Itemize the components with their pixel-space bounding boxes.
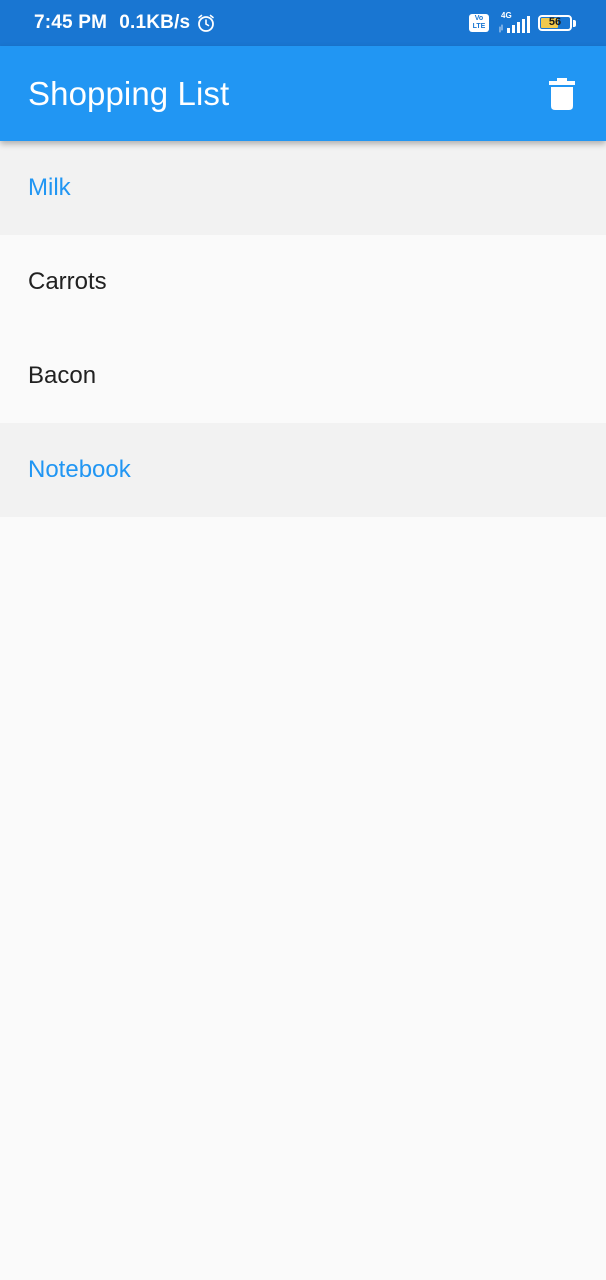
app-bar: Shopping List xyxy=(0,46,606,141)
list-item[interactable]: Notebook xyxy=(0,423,606,517)
status-left: 7:45 PM 0.1KB/s xyxy=(34,0,216,46)
status-time: 7:45 PM xyxy=(34,12,108,33)
alarm-icon xyxy=(196,13,216,33)
status-bar: 7:45 PM 0.1KB/s Vo LTE 4G 56 xyxy=(0,0,606,46)
battery-body: 56 xyxy=(538,15,572,31)
signal-icon: 4G xyxy=(498,11,530,35)
list-item[interactable]: Milk xyxy=(0,141,606,235)
battery-level: 56 xyxy=(548,16,562,28)
delete-icon xyxy=(549,78,575,110)
volte-bottom-label: LTE xyxy=(472,23,486,30)
volte-icon: Vo LTE xyxy=(469,14,489,32)
network-speed: 0.1KB/s xyxy=(119,12,191,33)
battery-tip xyxy=(573,19,576,27)
list-item[interactable]: Carrots xyxy=(0,235,606,329)
page-title: Shopping List xyxy=(28,75,230,112)
delete-button[interactable] xyxy=(540,70,584,118)
shopping-list: Milk Carrots Bacon Notebook xyxy=(0,141,606,517)
status-right: Vo LTE 4G 56 xyxy=(469,0,576,46)
battery-icon: 56 xyxy=(538,15,576,31)
volte-top-label: Vo xyxy=(474,15,484,22)
list-item[interactable]: Bacon xyxy=(0,329,606,423)
